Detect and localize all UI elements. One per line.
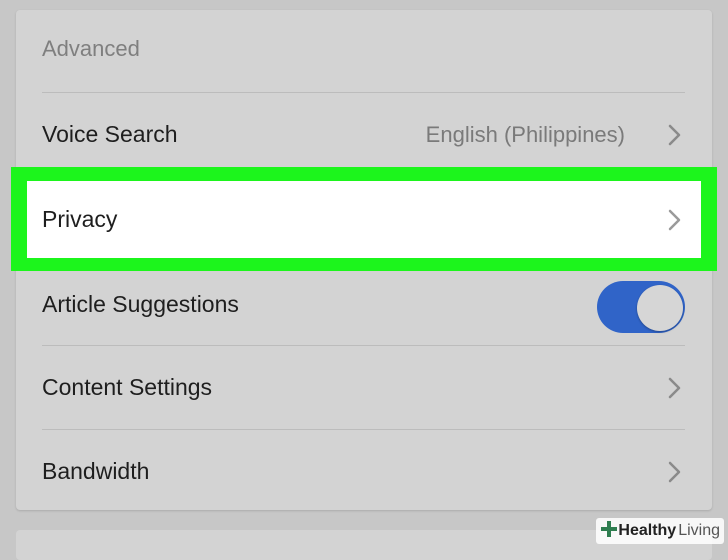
chevron-right-icon (665, 376, 685, 400)
chevron-right-icon (665, 123, 685, 147)
plus-logo-icon (600, 520, 618, 543)
watermark-regular: Living (678, 522, 720, 539)
article-suggestions-toggle[interactable] (597, 277, 685, 333)
chevron-right-icon (665, 460, 685, 484)
settings-row-privacy[interactable]: Privacy (42, 181, 685, 258)
chevron-right-icon (665, 208, 685, 232)
settings-row-voice-search[interactable]: Voice Search English (Philippines) (42, 92, 685, 176)
content-settings-label: Content Settings (42, 374, 213, 400)
bandwidth-label: Bandwidth (42, 458, 150, 484)
healthy-living-watermark: Healthy Living (596, 518, 724, 544)
section-title: Advanced (42, 36, 140, 61)
settings-row-content-settings[interactable]: Content Settings (42, 345, 685, 429)
voice-search-value: English (Philippines) (425, 121, 625, 147)
settings-row-bandwidth[interactable]: Bandwidth (42, 429, 685, 513)
settings-row-article-suggestions: Article Suggestions (42, 262, 685, 346)
watermark-bold: Healthy (618, 522, 677, 539)
article-suggestions-label: Article Suggestions (42, 290, 239, 317)
privacy-label: Privacy (42, 206, 118, 232)
toggle-knob (637, 285, 683, 331)
voice-search-label: Voice Search (42, 121, 178, 147)
